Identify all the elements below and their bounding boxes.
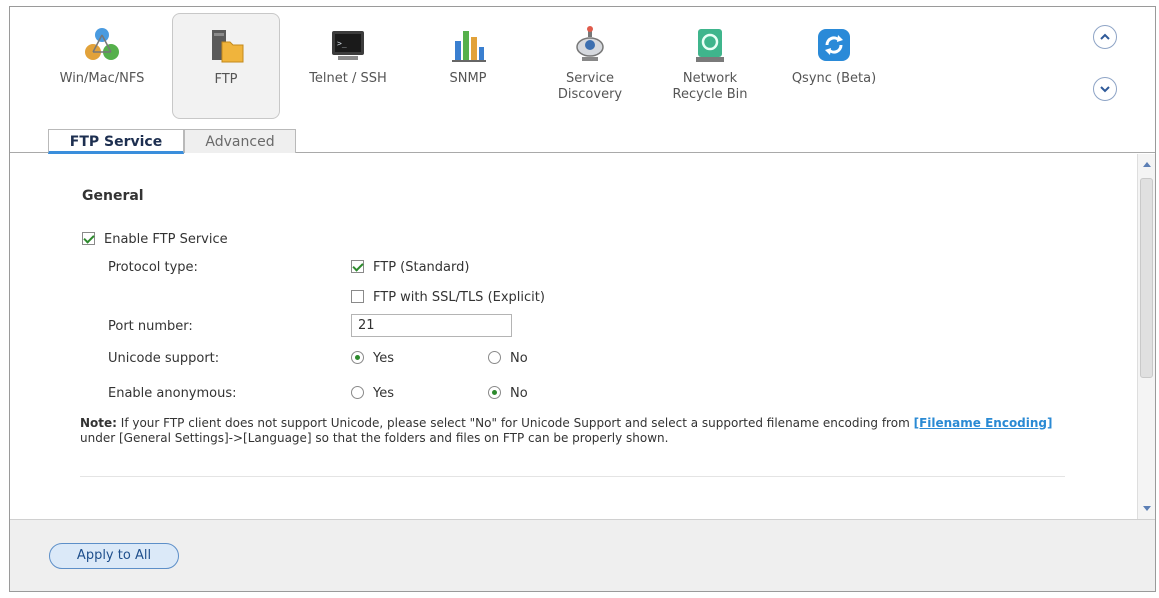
app-label: FTP [214,72,238,87]
anonymous-no-radio[interactable] [488,386,501,399]
scroll-down-icon [1143,506,1151,511]
unicode-yes-radio[interactable] [351,351,364,364]
unicode-no-option[interactable]: No [488,351,528,366]
app-label: SNMP [449,71,487,86]
ftp-ssl-label: FTP with SSL/TLS (Explicit) [373,290,545,305]
service-discovery-icon [576,26,604,61]
app-label: Service Discovery [557,71,623,102]
scroll-up-arrow[interactable] [1138,156,1155,172]
protocol-type-label: Protocol type: [108,260,198,275]
unicode-yes-label: Yes [373,351,394,366]
app-ftp[interactable]: FTP [172,13,280,119]
snmp-chart-icon [452,31,486,62]
panel-footer: Apply to All [10,519,1155,591]
win-mac-nfs-icon [85,28,119,60]
anonymous-yes-radio[interactable] [351,386,364,399]
ftp-ssl-checkbox[interactable] [351,290,364,303]
ftp-standard-row: FTP (Standard) [351,260,469,275]
anonymous-yes-label: Yes [373,386,394,401]
scroll-down-arrow[interactable] [1138,501,1155,517]
note-text-1: If your FTP client does not support Unic… [116,416,914,430]
note-text-2: under [General Settings]->[Language] so … [80,431,669,445]
unicode-no-radio[interactable] [488,351,501,364]
scroll-up-icon [1143,162,1151,167]
enable-ftp-row: Enable FTP Service [82,232,228,247]
unicode-no-label: No [510,351,528,366]
app-label: Telnet / SSH [309,71,387,86]
ftp-folder-icon [212,30,244,63]
anonymous-yes-option[interactable]: Yes [351,386,394,401]
port-number-input[interactable] [351,314,512,337]
ftp-ssl-row: FTP with SSL/TLS (Explicit) [351,290,545,305]
enable-ftp-label: Enable FTP Service [104,232,228,247]
app-telnet-ssh[interactable]: >_ Telnet / SSH [294,13,402,119]
scroll-thumb[interactable] [1140,178,1153,378]
qsync-icon [818,29,850,61]
enable-ftp-checkbox[interactable] [82,232,95,245]
ftp-standard-label: FTP (Standard) [373,260,470,275]
app-qsync[interactable]: Qsync (Beta) [780,13,888,119]
app-label: Network Recycle Bin [672,71,748,102]
anonymous-no-label: No [510,386,528,401]
tab-ftp-service[interactable]: FTP Service [48,129,184,154]
ftp-service-panel: General Enable FTP Service Protocol type… [10,154,1135,519]
app-service-discovery[interactable]: Service Discovery [536,13,644,119]
toolbar-scroll-down-button[interactable] [1093,77,1117,101]
tab-advanced[interactable]: Advanced [184,129,296,153]
unicode-yes-option[interactable]: Yes [351,351,394,366]
enable-anonymous-label: Enable anonymous: [108,386,237,401]
anonymous-no-option[interactable]: No [488,386,528,401]
content-divider [80,476,1065,477]
app-snmp[interactable]: SNMP [414,13,522,119]
filename-encoding-link[interactable]: [Filename Encoding] [914,416,1053,430]
toolbar-scroll-up-button[interactable] [1093,25,1117,49]
chevron-down-icon [1100,86,1110,93]
unicode-note: Note: If your FTP client does not suppor… [80,416,1070,446]
unicode-support-label: Unicode support: [108,351,220,366]
app-win-mac-nfs[interactable]: Win/Mac/NFS [48,13,156,119]
recycle-bin-icon [696,29,724,62]
ftp-standard-checkbox[interactable] [351,260,364,273]
terminal-icon: >_ [332,31,364,60]
chevron-up-icon [1100,33,1110,40]
ftp-settings-window: Win/Mac/NFS FTP >_ Telnet / SSH SNMP Ser… [9,6,1156,592]
port-number-label: Port number: [108,319,193,334]
apply-to-all-button[interactable]: Apply to All [49,543,179,569]
app-label: Win/Mac/NFS [59,71,145,86]
content-scrollbar[interactable] [1137,154,1155,519]
app-network-recycle-bin[interactable]: Network Recycle Bin [656,13,764,119]
section-title-general: General [82,188,144,204]
svg-text:>_: >_ [337,39,347,48]
service-toolbar: Win/Mac/NFS FTP >_ Telnet / SSH SNMP Ser… [10,7,1155,154]
note-prefix: Note: [80,416,117,430]
app-label: Qsync (Beta) [791,71,877,86]
